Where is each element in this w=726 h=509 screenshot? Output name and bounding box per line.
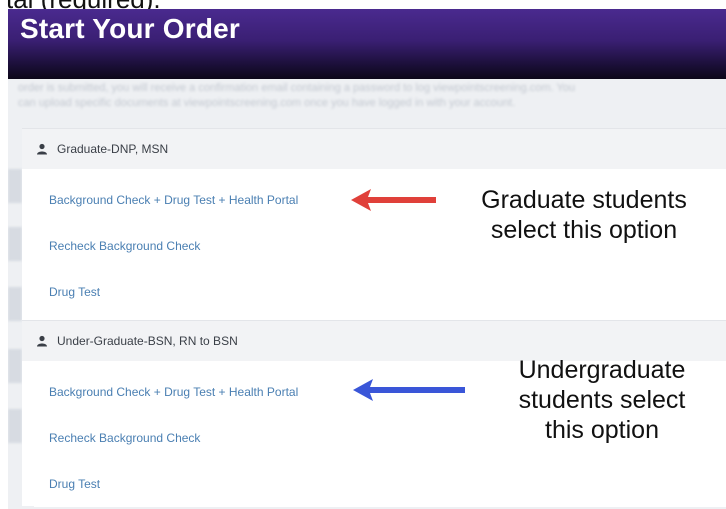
side-tab <box>8 409 22 443</box>
red-arrow-icon <box>351 189 436 211</box>
user-icon <box>37 335 47 347</box>
annotation-line: select this option <box>490 216 678 244</box>
annotation-line: students select <box>518 386 686 414</box>
order-page: Start Your Order order is submitted, you… <box>8 9 726 509</box>
side-tab <box>8 349 22 383</box>
option-label: Drug Test <box>49 477 101 491</box>
user-icon <box>37 143 47 155</box>
side-tab <box>8 227 22 261</box>
annotation-line: Undergraduate <box>518 356 686 384</box>
intro-text: order is submitted, you will receive a c… <box>18 82 576 109</box>
side-tab <box>8 169 22 203</box>
group-header-graduate: Graduate-DNP, MSN <box>22 128 726 169</box>
annotation-graduate: Graduate students select this option <box>444 185 724 245</box>
option-graduate-drug-test[interactable]: Drug Test <box>34 269 726 315</box>
annotation-line: Graduate students <box>481 186 687 214</box>
page-title: Start Your Order <box>20 13 240 44</box>
annotation-line: this option <box>545 416 659 444</box>
page-header: Start Your Order <box>8 9 726 79</box>
annotation-undergraduate: Undergraduate students select this optio… <box>478 355 726 445</box>
option-label: Drug Test <box>49 285 101 299</box>
option-undergraduate-drug-test[interactable]: Drug Test <box>34 461 726 507</box>
blue-arrow-icon <box>353 379 465 401</box>
group-label: Graduate-DNP, MSN <box>57 142 169 156</box>
option-label: Background Check + Drug Test + Health Po… <box>49 385 299 399</box>
side-tab <box>8 287 22 321</box>
group-label: Under-Graduate-BSN, RN to BSN <box>57 334 238 348</box>
option-label: Recheck Background Check <box>49 239 201 253</box>
option-label: Background Check + Drug Test + Health Po… <box>49 193 299 207</box>
option-label: Recheck Background Check <box>49 431 201 445</box>
